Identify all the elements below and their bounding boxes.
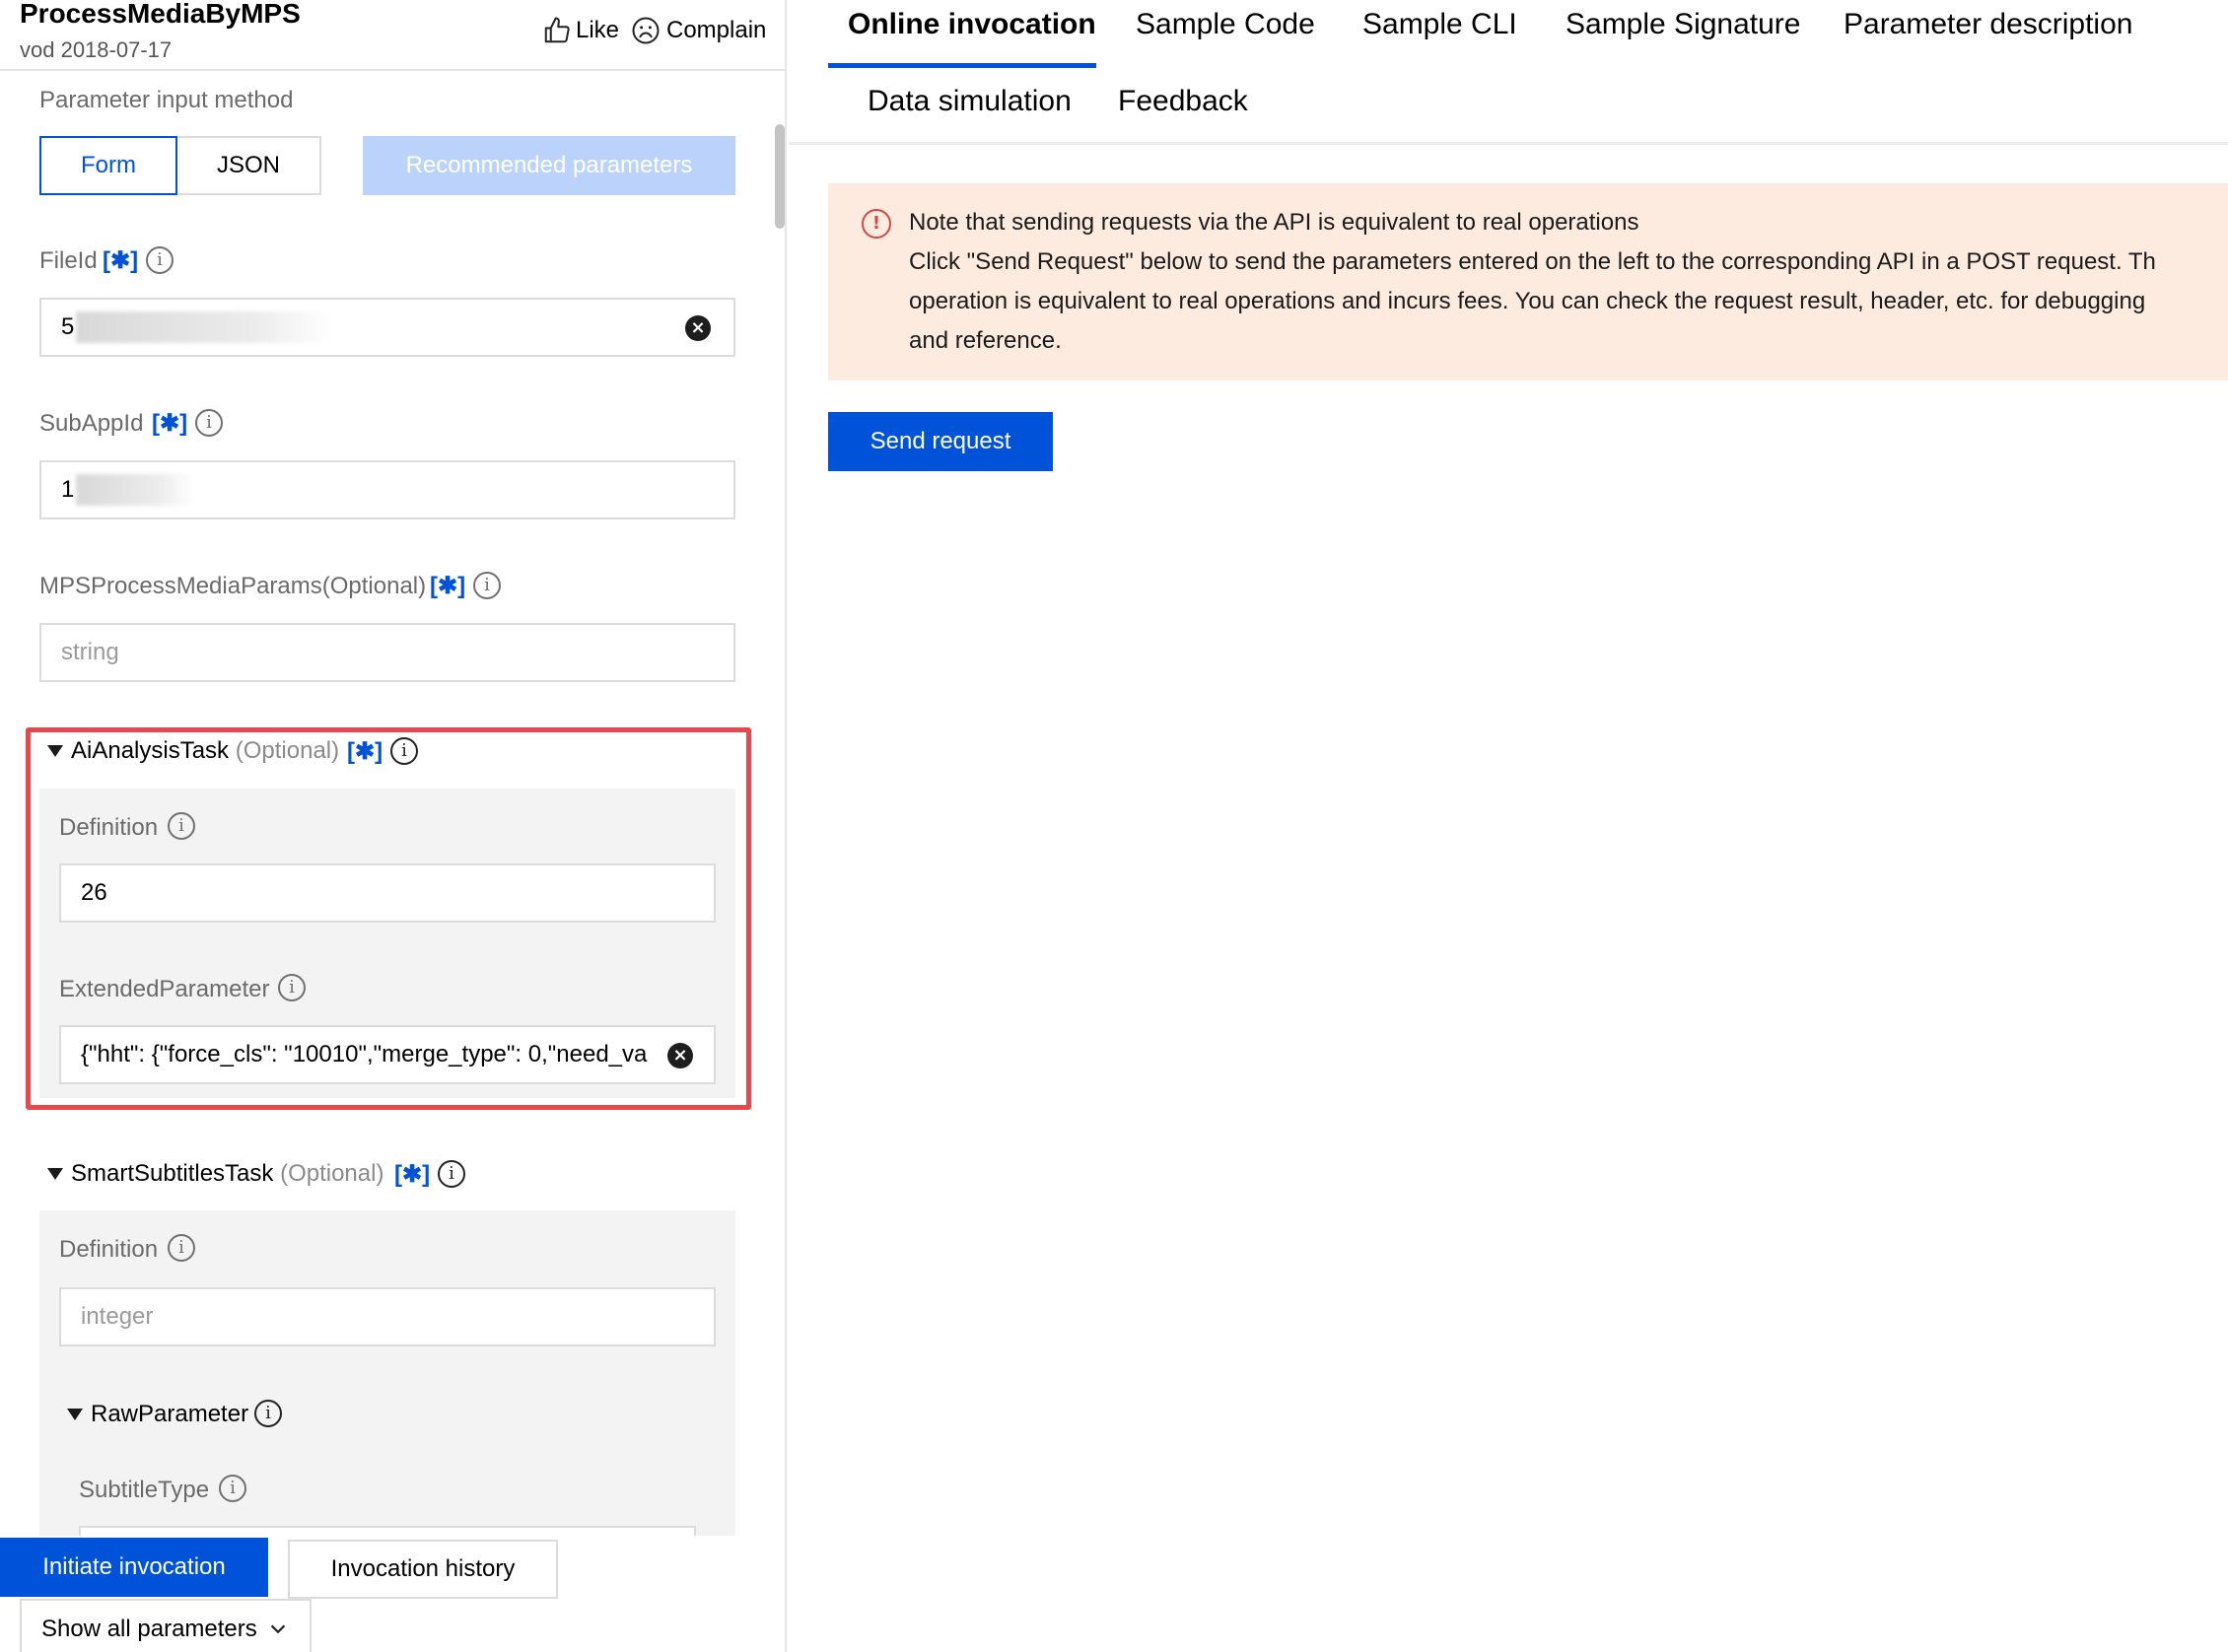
notice-line-1: Click "Send Request" below to send the p… (909, 248, 2156, 275)
show-all-parameters-label: Show all parameters (41, 1616, 257, 1642)
tab-parameter-description[interactable]: Parameter description (1844, 8, 2132, 41)
ai-task-name: AiAnalysisTask (71, 737, 230, 764)
input-method-label: Parameter input method (39, 87, 294, 113)
clear-icon[interactable]: × (667, 1043, 693, 1068)
ai-definition-input[interactable]: 26 (59, 863, 716, 923)
api-version: vod 2018-07-17 (20, 37, 173, 62)
subtitles-definition-placeholder: integer (81, 1303, 154, 1330)
notice-title: Note that sending requests via the API i… (909, 209, 1639, 236)
mps-params-input[interactable]: string (39, 623, 735, 682)
json-toggle[interactable]: JSON (177, 136, 321, 195)
subtitles-task-name: SmartSubtitlesTask (71, 1160, 274, 1187)
required-star: [✱] (430, 573, 466, 599)
fileid-value: 5 (61, 313, 75, 340)
info-icon[interactable]: i (438, 1160, 465, 1188)
ai-analysis-task-title: AiAnalysisTask (Optional) (71, 737, 339, 765)
subappid-value: 1 (61, 476, 75, 503)
collapse-triangle-icon[interactable] (47, 1168, 63, 1180)
required-star: [✱] (103, 247, 139, 274)
tabs-divider (789, 142, 2228, 145)
invocation-history-button[interactable]: Invocation history (288, 1540, 558, 1599)
header-divider (0, 69, 787, 71)
collapse-triangle-icon[interactable] (47, 745, 63, 757)
info-icon[interactable]: i (278, 974, 306, 1001)
thumbs-up-icon (544, 17, 570, 43)
info-icon[interactable]: i (168, 1234, 195, 1262)
subtitles-definition-label: Definition (59, 1236, 159, 1263)
notice-line-3: and reference. (909, 327, 1062, 354)
subappid-label: SubAppId (39, 410, 144, 437)
tab-online-invocation[interactable]: Online invocation (848, 8, 1096, 41)
form-toggle[interactable]: Form (39, 136, 177, 195)
fileid-input[interactable]: 5 (39, 298, 735, 357)
info-icon[interactable]: i (473, 572, 501, 599)
collapse-triangle-icon[interactable] (67, 1409, 83, 1420)
ai-definition-value: 26 (81, 879, 107, 906)
ai-task-optional: (Optional) (235, 737, 340, 764)
recommended-parameters-button[interactable]: Recommended parameters (363, 136, 735, 195)
ai-extended-parameter-value: {"hht": {"force_cls": "10010","merge_typ… (81, 1041, 648, 1067)
info-icon[interactable]: i (390, 737, 418, 765)
info-icon[interactable]: i (168, 812, 195, 840)
complain-label: Complain (666, 17, 767, 43)
info-icon[interactable]: i (219, 1475, 246, 1502)
raw-parameter-label: RawParameter (91, 1401, 249, 1427)
tab-data-simulation[interactable]: Data simulation (868, 85, 1072, 118)
initiate-invocation-button[interactable]: Initiate invocation (0, 1538, 268, 1597)
required-star: [✱] (152, 410, 188, 437)
tab-sample-signature[interactable]: Sample Signature (1566, 8, 1800, 41)
fileid-label: FileId (39, 247, 98, 274)
left-panel: ProcessMediaByMPS vod 2018-07-17 Like Co… (0, 0, 787, 1652)
ai-definition-label: Definition (59, 814, 159, 841)
tab-feedback[interactable]: Feedback (1118, 85, 1248, 118)
required-star: [✱] (394, 1161, 431, 1188)
warning-icon: ! (862, 209, 891, 239)
subappid-input[interactable]: 1 (39, 460, 735, 519)
redacted-value (76, 474, 195, 506)
mps-params-placeholder: string (61, 639, 119, 665)
subtitles-task-optional: (Optional) (280, 1160, 384, 1187)
tab-sample-code[interactable]: Sample Code (1136, 8, 1315, 41)
clear-icon[interactable]: × (685, 315, 711, 341)
required-star: [✱] (347, 738, 383, 765)
subtitle-type-label: SubtitleType (79, 1477, 210, 1503)
complain-button[interactable]: Complain (631, 14, 766, 47)
info-icon[interactable]: i (195, 409, 223, 437)
subtitles-definition-input[interactable]: integer (59, 1287, 716, 1346)
tab-active-indicator (828, 63, 1096, 68)
info-icon[interactable]: i (146, 246, 174, 274)
scrollbar-thumb[interactable] (775, 124, 785, 229)
sad-face-icon (632, 17, 660, 44)
redacted-value (76, 311, 333, 343)
right-panel: Online invocation Sample Code Sample CLI… (789, 0, 2228, 1652)
smart-subtitles-task-title: SmartSubtitlesTask (Optional) (71, 1160, 383, 1188)
like-button[interactable]: Like (542, 14, 619, 47)
like-label: Like (576, 17, 620, 43)
send-request-button[interactable]: Send request (828, 412, 1053, 471)
api-title: ProcessMediaByMPS (20, 0, 301, 29)
chevron-down-icon (270, 1624, 285, 1634)
notice-line-2: operation is equivalent to real operatio… (909, 288, 2146, 314)
show-all-parameters-button[interactable]: Show all parameters (20, 1599, 312, 1652)
info-icon[interactable]: i (254, 1400, 282, 1427)
tab-sample-cli[interactable]: Sample CLI (1362, 8, 1517, 41)
ai-extended-parameter-label: ExtendedParameter (59, 976, 270, 1002)
mps-params-label: MPSProcessMediaParams(Optional) (39, 573, 427, 599)
ai-extended-parameter-input[interactable]: {"hht": {"force_cls": "10010","merge_typ… (59, 1025, 716, 1084)
